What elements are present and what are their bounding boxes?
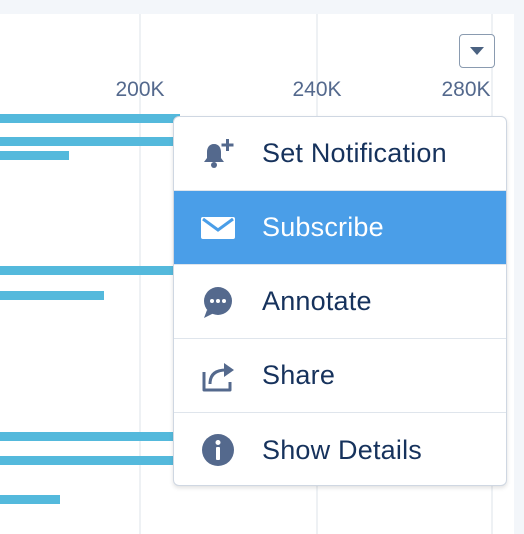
bar[interactable] [0,495,60,504]
bar[interactable] [0,266,180,275]
speech-bubble-icon [174,265,262,339]
info-icon [174,413,262,485]
menu-item-label: Share [262,360,336,390]
bar[interactable] [0,456,180,465]
x-tick-label: 280K [441,78,490,101]
x-tick-label: 240K [292,78,341,101]
x-tick-label: 200K [115,78,164,101]
menu-item-set-notification[interactable]: Set Notification [174,117,506,191]
chevron-down-icon [470,47,484,55]
menu-item-label: Subscribe [262,212,384,242]
chart-card: 200K 240K 280K Set Notification Subscrib… [0,14,514,534]
bar[interactable] [0,151,69,160]
chart-menu-toggle-button[interactable] [459,34,495,68]
menu-item-show-details[interactable]: Show Details [174,413,506,485]
chart-actions-menu: Set Notification Subscribe Annotate Shar… [173,116,507,486]
share-icon [174,339,262,413]
menu-item-annotate[interactable]: Annotate [174,265,506,339]
menu-item-label: Annotate [262,286,372,316]
bar[interactable] [0,432,180,441]
menu-item-label: Set Notification [262,138,447,168]
bell-plus-icon [174,117,262,191]
bar[interactable] [0,114,180,123]
bar[interactable] [0,137,180,146]
menu-item-share[interactable]: Share [174,339,506,413]
bar[interactable] [0,291,104,300]
menu-item-label: Show Details [262,434,422,465]
envelope-icon [174,191,262,265]
menu-item-subscribe[interactable]: Subscribe [174,191,506,265]
